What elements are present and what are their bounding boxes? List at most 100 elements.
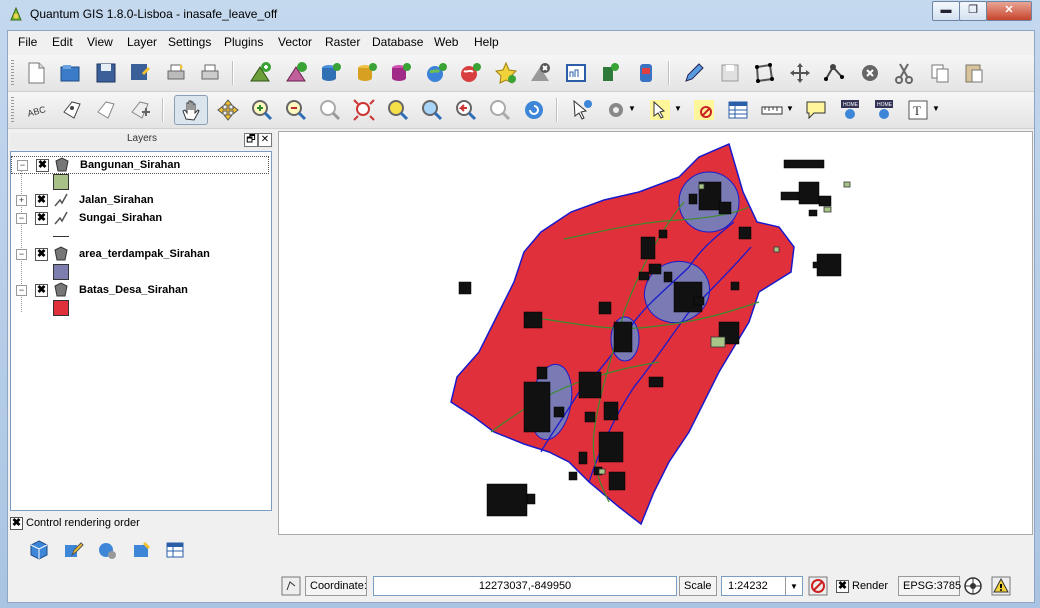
add-postgis-layer-icon[interactable] (318, 61, 344, 85)
menu-plugins[interactable]: Plugins (224, 35, 263, 49)
refresh-icon[interactable] (522, 98, 548, 122)
float-panel-button[interactable]: 🗗 (244, 133, 258, 147)
layer-row-bangunan[interactable]: − ✖ Bangunan_Sirahan (11, 156, 269, 174)
close-panel-button[interactable]: ✕ (258, 133, 272, 147)
map-canvas[interactable] (278, 131, 1033, 535)
paste-features-icon[interactable] (962, 61, 988, 85)
node-tool-icon[interactable] (822, 61, 848, 85)
show-bookmarks-icon[interactable]: HOME (872, 98, 898, 122)
stop-render-icon[interactable] (808, 576, 828, 596)
menu-layer[interactable]: Layer (127, 35, 157, 49)
3d-cube-icon[interactable] (28, 539, 50, 561)
layer-visibility-checkbox[interactable]: ✖ (35, 284, 48, 297)
add-wfs-layer-icon[interactable] (458, 61, 484, 85)
open-project-icon[interactable] (58, 61, 84, 85)
add-spatialite-layer-icon[interactable] (354, 61, 380, 85)
menu-file[interactable]: File (18, 35, 37, 49)
collapse-toggle[interactable]: − (16, 285, 27, 296)
measure-icon[interactable]: ▼ (760, 98, 794, 122)
move-feature-icon[interactable] (788, 61, 814, 85)
menu-settings[interactable]: Settings (168, 35, 211, 49)
new-bookmark-icon[interactable]: HOME (838, 98, 864, 122)
maximize-button[interactable]: ❐ (959, 1, 987, 21)
open-attribute-table-icon[interactable] (726, 98, 752, 122)
identify-icon[interactable] (570, 98, 596, 122)
new-shapefile-icon[interactable] (564, 61, 590, 85)
zoom-next-icon[interactable] (488, 98, 514, 122)
zoom-in-icon[interactable] (250, 98, 276, 122)
globe-settings-icon[interactable] (96, 539, 118, 561)
close-button[interactable]: ✕ (986, 1, 1032, 21)
show-hide-labels-icon[interactable] (94, 98, 120, 122)
zoom-to-layer-icon[interactable] (386, 98, 412, 122)
add-mssql-layer-icon[interactable] (388, 61, 414, 85)
layer-row-sungai[interactable]: − ✖ Sungai_Sirahan (11, 210, 269, 228)
zoom-native-icon[interactable] (420, 98, 446, 122)
zoom-out-icon[interactable] (284, 98, 310, 122)
save-project-icon[interactable] (94, 61, 120, 85)
save-as-icon[interactable] (128, 61, 154, 85)
crs-status[interactable]: EPSG:3785 (898, 576, 961, 596)
toggle-editing-icon[interactable] (682, 61, 708, 85)
expand-toggle[interactable]: + (16, 195, 27, 206)
menu-view[interactable]: View (87, 35, 113, 49)
collapse-toggle[interactable]: − (17, 160, 28, 171)
map-tips-icon[interactable] (804, 98, 830, 122)
copy-features-icon[interactable] (928, 61, 954, 85)
inasafe-icon[interactable] (634, 61, 660, 85)
move-label-icon[interactable] (128, 98, 154, 122)
add-gps-icon[interactable] (598, 61, 624, 85)
collapse-toggle[interactable]: − (16, 213, 27, 224)
scale-combobox[interactable]: 1:24232 ▼ (721, 576, 803, 596)
digitize-polygon-icon[interactable] (752, 61, 778, 85)
cut-features-icon[interactable] (892, 61, 918, 85)
layer-visibility-checkbox[interactable]: ✖ (35, 194, 48, 207)
render-checkbox[interactable]: ✖ (836, 580, 849, 593)
collapse-toggle[interactable]: − (16, 249, 27, 260)
menu-database[interactable]: Database (372, 35, 423, 49)
menu-raster[interactable]: Raster (325, 35, 360, 49)
add-vector-layer-icon[interactable] (248, 61, 274, 85)
pan-to-selected-icon[interactable] (216, 98, 242, 122)
coordinate-field[interactable]: 12273037,-849950 (373, 576, 677, 596)
layer-row-jalan[interactable]: + ✖ Jalan_Sirahan (11, 192, 269, 210)
zoom-last-icon[interactable] (454, 98, 480, 122)
table-manager-icon[interactable] (164, 539, 186, 561)
toolbar-grip[interactable] (11, 97, 14, 123)
minimize-button[interactable]: ▬ (932, 1, 960, 21)
layer-visibility-checkbox[interactable]: ✖ (35, 248, 48, 261)
layer-visibility-checkbox[interactable]: ✖ (36, 159, 49, 172)
layer-row-area-terdampak[interactable]: − ✖ area_terdampak_Sirahan (11, 246, 269, 264)
select-icon[interactable]: ▼ (648, 98, 682, 122)
extents-toggle-icon[interactable] (281, 576, 301, 596)
remove-layer-icon[interactable] (528, 61, 554, 85)
zoom-full-icon[interactable] (318, 98, 344, 122)
toolbar-grip[interactable] (11, 60, 14, 86)
layer-row-batas-desa[interactable]: − ✖ Batas_Desa_Sirahan (11, 282, 269, 300)
layer-visibility-checkbox[interactable]: ✖ (35, 212, 48, 225)
add-wms-layer-icon[interactable] (424, 61, 450, 85)
delete-selected-icon[interactable] (858, 61, 884, 85)
menu-help[interactable]: Help (474, 35, 499, 49)
add-delimited-text-icon[interactable] (494, 61, 520, 85)
new-project-icon[interactable] (24, 61, 50, 85)
pin-labels-icon[interactable] (60, 98, 86, 122)
action-icon[interactable]: ▼ (604, 98, 638, 122)
menu-vector[interactable]: Vector (278, 35, 312, 49)
zoom-to-selection-icon[interactable] (352, 98, 378, 122)
save-edits-icon[interactable] (718, 61, 744, 85)
edit-pencil-icon[interactable] (62, 539, 84, 561)
add-raster-layer-icon[interactable] (284, 61, 310, 85)
label-icon[interactable]: ABC (26, 98, 52, 122)
control-rendering-order-checkbox[interactable]: ✖ (10, 517, 23, 530)
scale-dropdown-arrow-icon[interactable]: ▼ (785, 577, 802, 595)
menu-web[interactable]: Web (434, 35, 458, 49)
pan-icon[interactable] (174, 95, 208, 125)
deselect-icon[interactable] (692, 98, 718, 122)
text-annotation-icon[interactable]: T ▼ (906, 98, 940, 122)
menu-edit[interactable]: Edit (52, 35, 73, 49)
gps-tool-icon[interactable] (130, 539, 152, 561)
print-composer-icon[interactable] (164, 61, 190, 85)
print-icon[interactable] (198, 61, 224, 85)
projection-globe-icon[interactable] (963, 576, 983, 596)
